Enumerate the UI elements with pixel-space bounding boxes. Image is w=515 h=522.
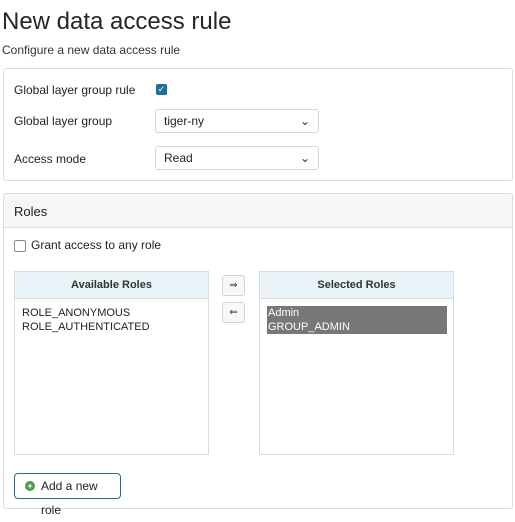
selected-roles-header: Selected Roles	[260, 272, 453, 299]
list-item[interactable]: ROLE_AUTHENTICATED	[22, 320, 202, 334]
available-roles-list[interactable]: Available Roles ROLE_ANONYMOUS ROLE_AUTH…	[14, 271, 209, 455]
access-mode-select[interactable]: Read ⌄	[155, 146, 319, 170]
grant-any-role-checkbox[interactable]	[14, 240, 26, 252]
global-layer-group-select[interactable]: tiger-ny ⌄	[155, 109, 319, 133]
move-right-button[interactable]: ⇒	[222, 275, 245, 296]
chevron-down-icon: ⌄	[299, 151, 310, 165]
available-roles-items: ROLE_ANONYMOUS ROLE_AUTHENTICATED	[15, 299, 208, 334]
arrow-right-icon: ⇒	[229, 280, 238, 291]
global-layer-group-rule-checkbox[interactable]: ✓	[156, 84, 167, 95]
selected-roles-list[interactable]: Selected Roles Admin GROUP_ADMIN	[259, 271, 454, 455]
roles-title: Roles	[14, 204, 48, 219]
page-title: New data access rule	[2, 8, 232, 35]
available-roles-header: Available Roles	[15, 272, 208, 299]
add-role-label: Add a new role	[41, 479, 98, 517]
page-subtitle: Configure a new data access rule	[2, 43, 181, 57]
list-item[interactable]: GROUP_ADMIN	[267, 320, 447, 334]
list-item[interactable]: Admin	[267, 306, 447, 320]
list-item[interactable]: ROLE_ANONYMOUS	[22, 306, 202, 320]
global-layer-group-label: Global layer group	[14, 114, 113, 128]
plus-circle-icon: +	[25, 481, 35, 491]
grant-any-role-label: Grant access to any role	[31, 238, 162, 252]
add-role-button[interactable]: + Add a new role	[14, 473, 121, 517]
selected-roles-items: Admin GROUP_ADMIN	[260, 299, 453, 334]
chevron-down-icon: ⌄	[299, 114, 310, 128]
checkmark-icon: ✓	[157, 84, 166, 94]
access-mode-value: Read	[164, 151, 193, 165]
roles-header: Roles	[4, 194, 512, 228]
move-left-button[interactable]: ⇐	[222, 302, 245, 323]
global-layer-group-value: tiger-ny	[164, 114, 205, 128]
rule-form-panel: Global layer group rule ✓ Global layer g…	[3, 68, 513, 181]
global-layer-group-rule-label: Global layer group rule	[14, 83, 136, 97]
roles-panel: Roles Grant access to any role Available…	[3, 193, 513, 517]
arrow-left-icon: ⇐	[229, 307, 238, 318]
access-mode-label: Access mode	[14, 152, 87, 166]
